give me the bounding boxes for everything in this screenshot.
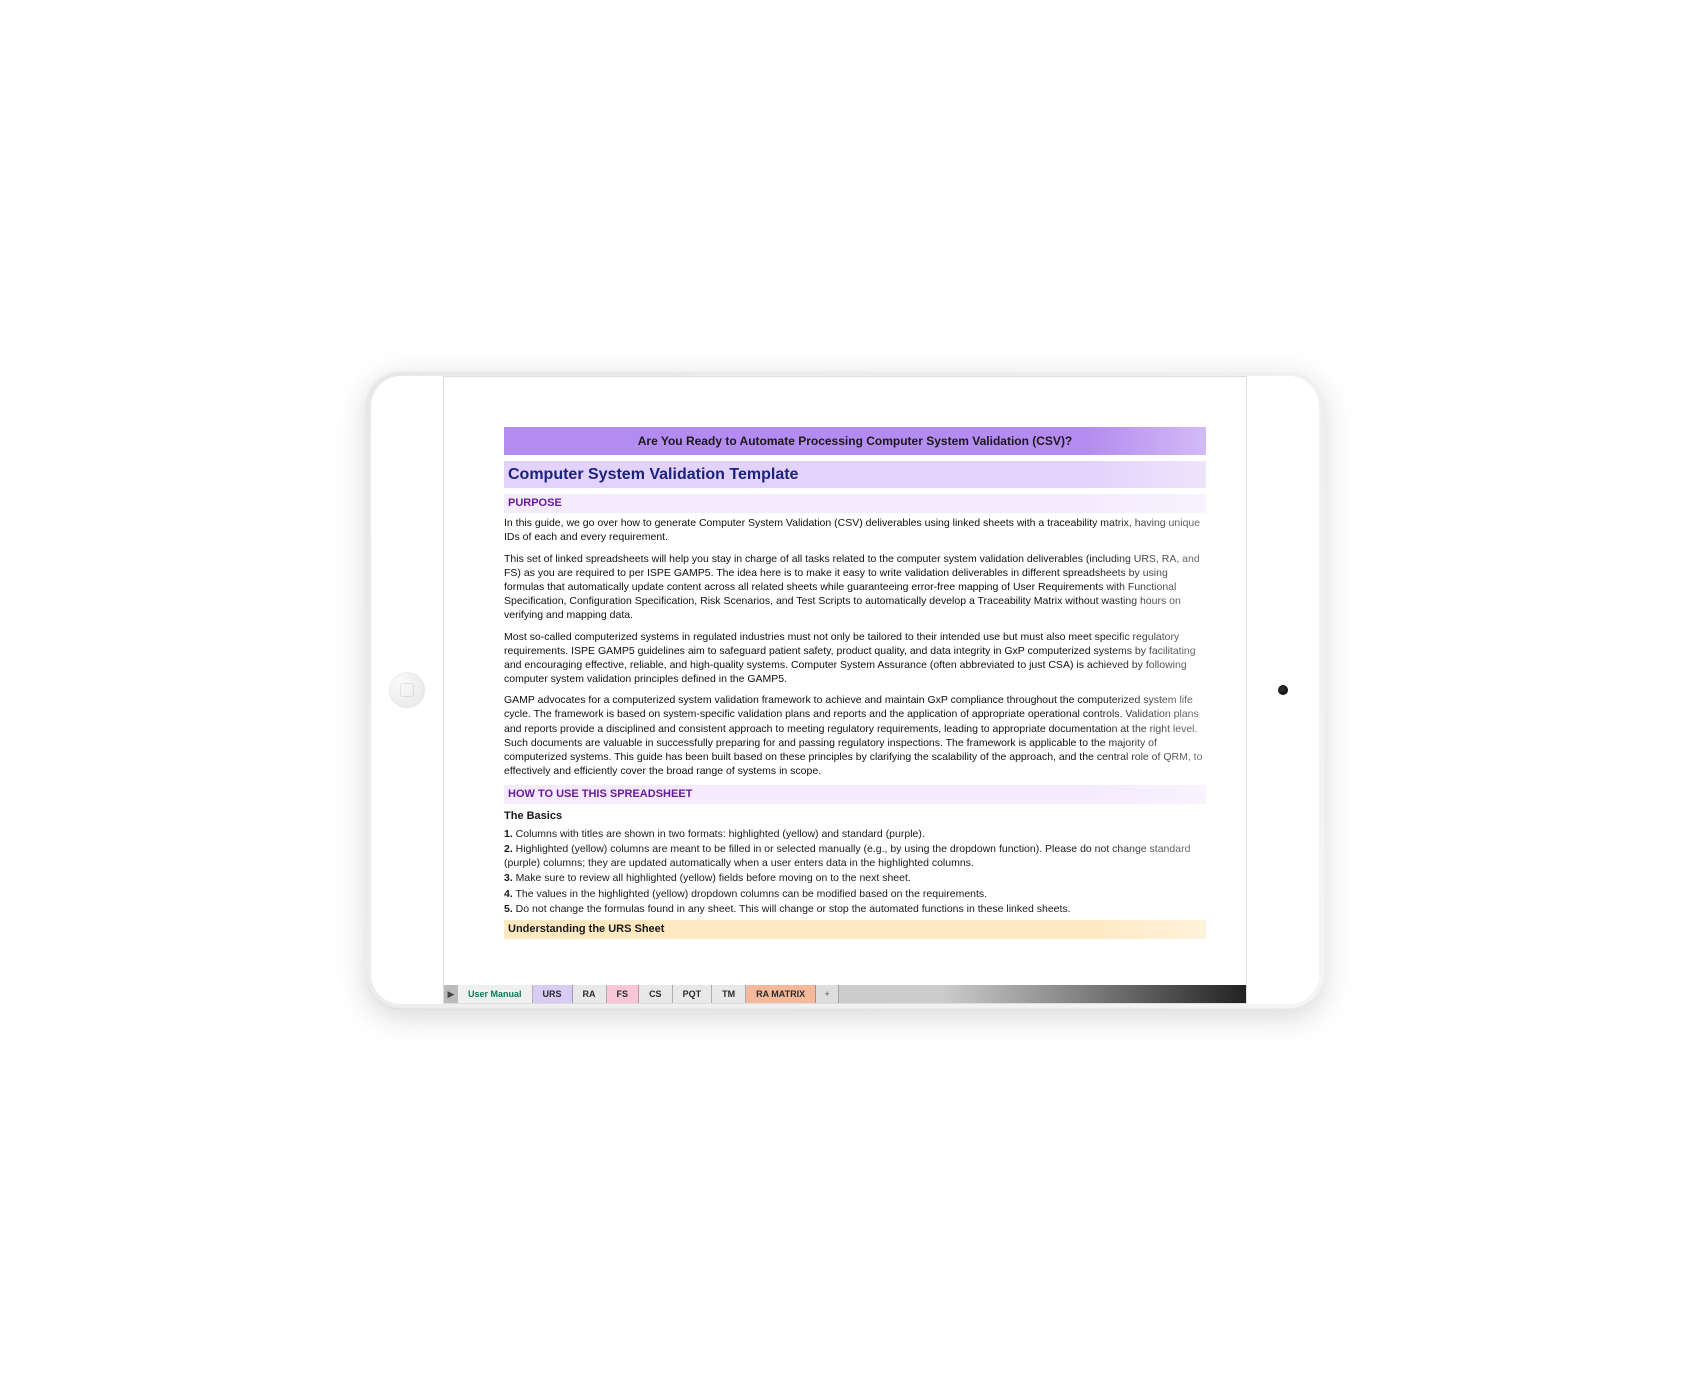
understanding-urs-head: Understanding the URS Sheet bbox=[504, 920, 1206, 939]
tab-ra[interactable]: RA bbox=[573, 985, 607, 1003]
tab-ra-matrix[interactable]: RA MATRIX bbox=[746, 985, 816, 1003]
purpose-paragraph-4: GAMP advocates for a computerized system… bbox=[504, 693, 1206, 778]
spreadsheet-document: Scilife Are You Ready to Automate Proces… bbox=[444, 377, 1246, 985]
tab-scroll-left-icon[interactable]: ▶ bbox=[444, 985, 458, 1003]
page-title: Computer System Validation Template bbox=[508, 464, 1202, 486]
page-title-row: Computer System Validation Template bbox=[504, 461, 1206, 489]
bezel-left bbox=[371, 376, 443, 1004]
tab-add-sheet[interactable]: + bbox=[816, 985, 839, 1003]
basics-item-4: 4. The values in the highlighted (yellow… bbox=[504, 887, 1206, 901]
tablet-screen: Scilife Are You Ready to Automate Proces… bbox=[443, 376, 1247, 1004]
tab-urs[interactable]: URS bbox=[533, 985, 573, 1003]
sheet-tabs-strip: ▶ User Manual URS RA FS CS PQT TM RA MAT… bbox=[444, 985, 1246, 1003]
purpose-paragraph-1: In this guide, we go over how to generat… bbox=[504, 516, 1206, 544]
tab-user-manual[interactable]: User Manual bbox=[458, 985, 533, 1003]
tablet-device-frame: Scilife Are You Ready to Automate Proces… bbox=[365, 370, 1325, 1010]
purpose-paragraph-3: Most so-called computerized systems in r… bbox=[504, 630, 1206, 687]
basics-item-5: 5. Do not change the formulas found in a… bbox=[504, 902, 1206, 916]
tab-cs[interactable]: CS bbox=[639, 985, 673, 1003]
section-purpose-head: PURPOSE bbox=[504, 494, 1206, 513]
purpose-paragraph-2: This set of linked spreadsheets will hel… bbox=[504, 552, 1206, 623]
tab-tm[interactable]: TM bbox=[712, 985, 746, 1003]
page-banner: Are You Ready to Automate Processing Com… bbox=[504, 427, 1206, 455]
brand-logo-text: Scilife bbox=[444, 387, 1206, 417]
bezel-right bbox=[1247, 376, 1319, 1004]
tablet-bezel: Scilife Are You Ready to Automate Proces… bbox=[371, 376, 1319, 1004]
basics-item-3: 3. Make sure to review all highlighted (… bbox=[504, 871, 1206, 885]
home-button[interactable] bbox=[389, 672, 425, 708]
section-howto-head: HOW TO USE THIS SPREADSHEET bbox=[504, 785, 1206, 804]
tab-fs[interactable]: FS bbox=[607, 985, 640, 1003]
basics-subhead: The Basics bbox=[504, 809, 1206, 824]
basics-item-1: 1. Columns with titles are shown in two … bbox=[504, 827, 1206, 841]
tab-pqt[interactable]: PQT bbox=[673, 985, 713, 1003]
basics-item-2: 2. Highlighted (yellow) columns are mean… bbox=[504, 842, 1206, 870]
front-camera bbox=[1278, 685, 1288, 695]
